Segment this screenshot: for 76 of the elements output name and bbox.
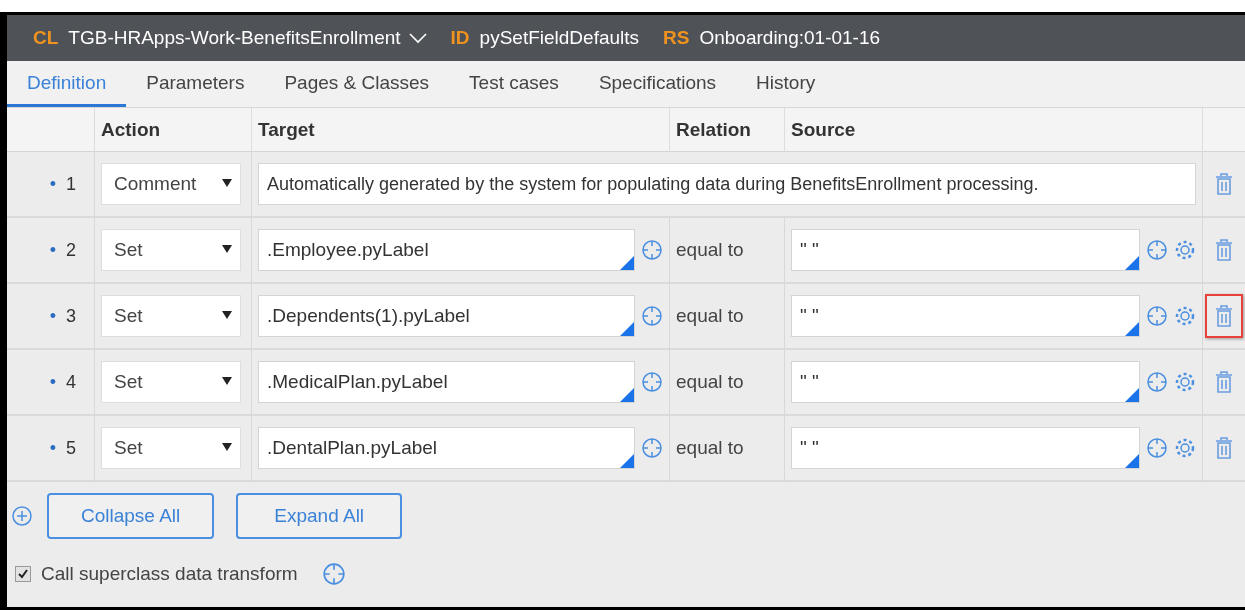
action-dropdown[interactable]: Set xyxy=(101,361,241,403)
crosshair-icon[interactable] xyxy=(641,371,663,393)
column-header: Target xyxy=(252,108,670,152)
crosshair-icon[interactable] xyxy=(1146,305,1168,327)
caret-icon xyxy=(222,311,232,319)
corner-icon xyxy=(1125,454,1139,468)
collapse-all-button[interactable]: Collapse All xyxy=(47,493,215,539)
relation-text: equal to xyxy=(670,284,785,350)
action-dropdown[interactable]: Set xyxy=(101,427,241,469)
crosshair-icon[interactable] xyxy=(321,562,346,586)
tab[interactable]: History xyxy=(736,61,836,107)
target-field[interactable]: .MedicalPlan.pyLabel xyxy=(258,361,635,403)
crosshair-icon[interactable] xyxy=(1146,371,1168,393)
chevron-down-icon[interactable] xyxy=(408,32,427,44)
caret-icon xyxy=(222,443,232,451)
row-number-cell: • 2 xyxy=(7,218,95,284)
source-field[interactable]: " " xyxy=(791,427,1140,469)
source-field[interactable]: " " xyxy=(791,229,1140,271)
trash-icon xyxy=(1215,371,1233,393)
corner-icon xyxy=(1125,256,1139,270)
class-label: CL xyxy=(33,27,59,49)
rule-id: pySetFieldDefaults xyxy=(479,27,640,49)
expand-all-button[interactable]: Expand All xyxy=(236,493,403,539)
id-label: ID xyxy=(450,27,470,49)
target-field[interactable]: .DentalPlan.pyLabel xyxy=(258,427,635,469)
target-field[interactable]: .Employee.pyLabel xyxy=(258,229,635,271)
corner-icon xyxy=(1125,322,1139,336)
add-icon[interactable] xyxy=(11,505,33,527)
caret-icon xyxy=(222,245,232,253)
crosshair-icon[interactable] xyxy=(641,437,663,459)
corner-icon xyxy=(620,454,634,468)
settings-icon[interactable] xyxy=(1174,305,1196,327)
relation-text: equal to xyxy=(670,416,785,482)
row-number-cell: • 3 xyxy=(7,284,95,350)
trash-icon xyxy=(1215,305,1233,327)
settings-icon[interactable] xyxy=(1174,437,1196,459)
checkbox-label: Call superclass data transform xyxy=(41,563,298,585)
tab[interactable]: Parameters xyxy=(126,61,265,107)
source-field[interactable]: " " xyxy=(791,361,1140,403)
trash-icon xyxy=(1215,437,1233,459)
action-dropdown[interactable]: Set xyxy=(101,295,241,337)
row-number-cell: • 5 xyxy=(7,416,95,482)
tab[interactable]: Pages & Classes xyxy=(264,61,450,107)
settings-icon[interactable] xyxy=(1174,239,1196,261)
checkbox[interactable] xyxy=(15,566,31,582)
caret-icon xyxy=(222,179,232,187)
crosshair-icon[interactable] xyxy=(1146,437,1168,459)
caret-icon xyxy=(222,377,232,385)
comment-field[interactable]: Automatically generated by the system for populating data during BenefitsEnrollment processing. xyxy=(258,163,1196,205)
crosshair-icon[interactable] xyxy=(1146,239,1168,261)
relation-text: equal to xyxy=(670,218,785,284)
column-header: Relation xyxy=(670,108,785,152)
row-number-cell: • 1 xyxy=(7,152,95,218)
column-header: Source xyxy=(785,108,1203,152)
corner-icon xyxy=(620,322,634,336)
settings-icon[interactable] xyxy=(1174,371,1196,393)
crosshair-icon[interactable] xyxy=(641,239,663,261)
trash-icon xyxy=(1215,239,1233,261)
trash-icon xyxy=(1215,173,1233,195)
row-number-cell: • 4 xyxy=(7,350,95,416)
target-field[interactable]: .Dependents(1).pyLabel xyxy=(258,295,635,337)
column-header: Action xyxy=(95,108,252,152)
action-dropdown[interactable]: Set xyxy=(101,229,241,271)
corner-icon xyxy=(620,256,634,270)
source-field[interactable]: " " xyxy=(791,295,1140,337)
crosshair-icon[interactable] xyxy=(641,305,663,327)
class-name[interactable]: TGB-HRApps-Work-BenefitsEnrollment xyxy=(68,27,401,49)
tab[interactable]: Specifications xyxy=(578,61,737,107)
ruleset-label: RS xyxy=(663,27,690,49)
tab[interactable]: Test cases xyxy=(449,61,579,107)
action-dropdown[interactable]: Comment xyxy=(101,163,241,205)
delete-button[interactable] xyxy=(1205,294,1243,338)
relation-text: equal to xyxy=(670,350,785,416)
ruleset-version: Onboarding:01-01-16 xyxy=(699,27,881,49)
corner-icon xyxy=(620,388,634,402)
corner-icon xyxy=(1125,388,1139,402)
